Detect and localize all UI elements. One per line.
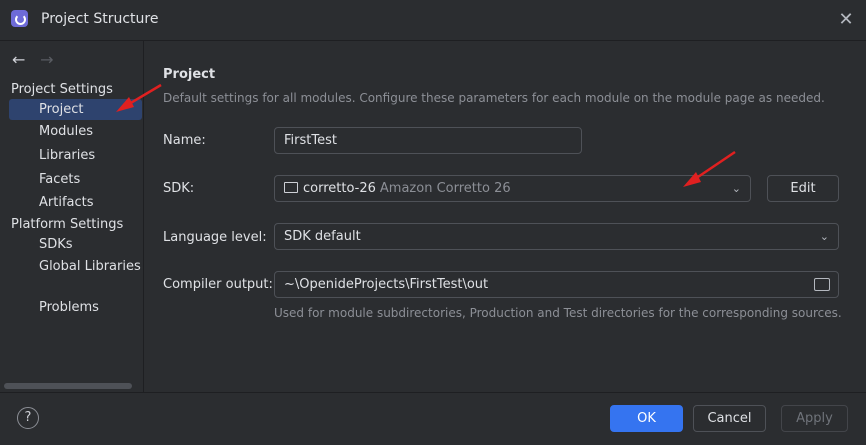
back-arrow-icon[interactable]: ← xyxy=(12,50,30,69)
sdk-dropdown[interactable]: corretto-26 Amazon Corretto 26 ⌄ xyxy=(274,175,751,202)
compiler-output-hint: Used for module subdirectories, Producti… xyxy=(274,306,842,320)
group-project-settings: Project Settings xyxy=(11,82,113,97)
sidebar-item-global-libraries[interactable]: Global Libraries xyxy=(9,256,142,277)
group-platform-settings: Platform Settings xyxy=(11,217,124,232)
sdk-name: corretto-26 xyxy=(303,181,376,196)
close-icon[interactable]: ✕ xyxy=(836,10,856,30)
forward-arrow-icon: → xyxy=(40,50,54,69)
dialog-footer: ? OK Cancel Apply xyxy=(0,392,866,445)
language-level-label: Language level: xyxy=(163,230,267,245)
cancel-button[interactable]: Cancel xyxy=(693,405,766,432)
sidebar-item-sdks[interactable]: SDKs xyxy=(9,234,142,255)
window-title: Project Structure xyxy=(41,11,159,27)
sidebar-item-project[interactable]: Project xyxy=(9,99,142,120)
sidebar: ← → Project Settings Project Modules Lib… xyxy=(0,41,144,392)
chevron-down-icon: ⌄ xyxy=(819,230,829,243)
compiler-output-label: Compiler output: xyxy=(163,277,273,292)
compiler-output-value: ~\OpenideProjects\FirstTest\out xyxy=(284,277,489,292)
sidebar-item-problems[interactable]: Problems xyxy=(9,297,142,318)
language-level-value: SDK default xyxy=(284,229,361,244)
page-description: Default settings for all modules. Config… xyxy=(163,91,825,105)
name-input[interactable]: FirstTest xyxy=(274,127,582,154)
compiler-output-input[interactable]: ~\OpenideProjects\FirstTest\out xyxy=(274,271,839,298)
sidebar-item-modules[interactable]: Modules xyxy=(9,121,142,142)
help-icon[interactable]: ? xyxy=(17,407,39,429)
browse-folder-icon[interactable] xyxy=(814,278,830,291)
ok-button[interactable]: OK xyxy=(610,405,683,432)
name-label: Name: xyxy=(163,133,206,148)
apply-button: Apply xyxy=(781,405,848,432)
chevron-down-icon: ⌄ xyxy=(731,182,741,195)
sdk-label: SDK: xyxy=(163,181,195,196)
main-panel: Project Default settings for all modules… xyxy=(144,41,866,392)
name-input-value: FirstTest xyxy=(284,133,337,148)
sdk-folder-icon xyxy=(284,182,298,193)
sidebar-item-libraries[interactable]: Libraries xyxy=(9,145,142,166)
language-level-dropdown[interactable]: SDK default ⌄ xyxy=(274,223,839,250)
nav-arrows: ← → xyxy=(12,50,58,69)
title-bar: Project Structure ✕ xyxy=(0,0,866,41)
edit-button[interactable]: Edit xyxy=(767,175,839,202)
app-logo-icon xyxy=(11,10,28,27)
sidebar-scrollbar[interactable] xyxy=(4,383,132,389)
sdk-description: Amazon Corretto 26 xyxy=(379,181,511,196)
page-title: Project xyxy=(163,67,216,82)
sidebar-item-facets[interactable]: Facets xyxy=(9,169,142,190)
sidebar-item-artifacts[interactable]: Artifacts xyxy=(9,192,142,213)
